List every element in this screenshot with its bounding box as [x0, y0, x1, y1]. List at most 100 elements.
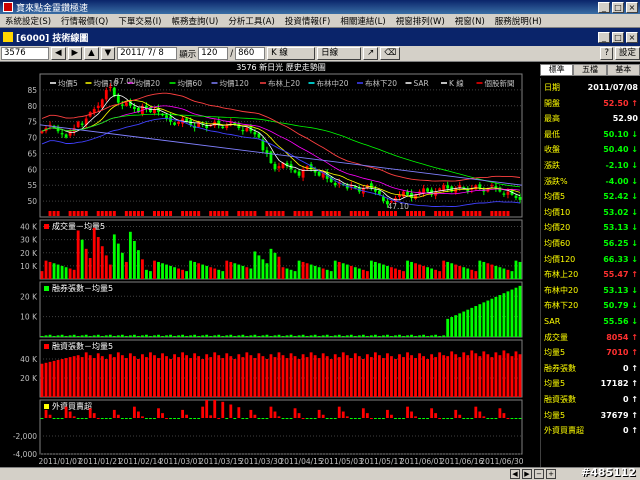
bar: [506, 418, 510, 419]
total-count-input[interactable]: 860: [235, 47, 266, 60]
bar: [205, 265, 209, 279]
minimize-button[interactable]: _: [598, 1, 610, 13]
bar: [145, 357, 148, 397]
close-button[interactable]: ×: [626, 1, 638, 13]
news-marker: [161, 211, 165, 216]
bar: [185, 335, 189, 337]
menu-quote[interactable]: 行情報價(Q): [56, 15, 113, 27]
bar: [40, 418, 44, 419]
menu-info[interactable]: 投資情報(F): [280, 15, 336, 27]
news-marker: [414, 211, 418, 216]
bar: [137, 411, 140, 418]
y-tick-label: 30 K: [20, 236, 38, 245]
kline-select[interactable]: K 線: [267, 47, 316, 60]
bar: [373, 352, 377, 397]
bar: [418, 264, 421, 279]
bar: [321, 414, 325, 418]
bar: [68, 357, 72, 397]
menu-system[interactable]: 系統設定(S): [0, 15, 56, 27]
price-low-annotation: 47.10: [387, 202, 409, 211]
bar: [120, 355, 124, 397]
tab-standard[interactable]: 標準: [540, 64, 574, 76]
bar: [514, 287, 518, 337]
menu-account[interactable]: 帳務查詢(U): [167, 15, 224, 27]
bar: [132, 406, 136, 418]
bar: [394, 418, 397, 419]
news-marker: [450, 211, 454, 216]
candle-body: [116, 95, 120, 103]
bar: [494, 418, 498, 419]
tab-fivelevel[interactable]: 五檔: [573, 64, 607, 76]
news-marker: [108, 211, 112, 216]
bar: [64, 267, 68, 279]
menu-links[interactable]: 相關連結(L): [335, 15, 390, 27]
news-marker: [297, 211, 301, 216]
date-input[interactable]: 2011/ 7/ 8: [117, 47, 178, 60]
menu-arrange[interactable]: 視窗排列(W): [391, 15, 450, 27]
bar: [201, 406, 205, 418]
display-count-input[interactable]: 120: [198, 47, 229, 60]
bar: [237, 407, 241, 418]
bar: [494, 265, 498, 279]
menu-help[interactable]: 服務說明(H): [490, 15, 547, 27]
draw-tool-icon[interactable]: ↗: [363, 47, 379, 60]
x-tick-label: 2011/01/07: [38, 457, 81, 466]
stock-code-input[interactable]: 3576: [1, 47, 49, 60]
bar: [333, 335, 337, 337]
bar: [237, 335, 241, 337]
period-select[interactable]: 日線: [317, 47, 362, 60]
news-marker: [393, 211, 397, 216]
sub-maximize-button[interactable]: □: [612, 31, 624, 43]
bar: [52, 335, 56, 337]
sub-close-button[interactable]: ×: [626, 31, 638, 43]
bar: [281, 267, 285, 279]
legend-entry: 均價20: [136, 78, 161, 88]
bar: [305, 263, 309, 279]
news-marker: [377, 211, 381, 216]
bar: [398, 354, 401, 397]
scroll-right-icon[interactable]: ▶: [522, 469, 532, 479]
bar: [145, 269, 148, 279]
up-arrow-icon[interactable]: ▲: [84, 47, 99, 60]
bar: [261, 418, 265, 419]
bar: [510, 289, 514, 337]
chart-area[interactable]: 50 55 60 65 70 75 80 85 3576 新日光 歷史走勢圖 均價5 均價10 均價2…: [0, 62, 540, 467]
y-tick-label: 55: [27, 181, 37, 190]
erase-tool-icon[interactable]: ⌫: [380, 47, 401, 60]
news-marker: [277, 211, 281, 216]
tab-basic[interactable]: 基本: [606, 64, 640, 76]
candle-body: [446, 185, 450, 189]
help-icon[interactable]: ?: [600, 47, 613, 60]
bar: [365, 335, 369, 337]
zoom-out-icon[interactable]: −: [534, 469, 544, 479]
bar: [88, 408, 92, 418]
scroll-left-icon[interactable]: ◀: [510, 469, 520, 479]
bar: [454, 264, 458, 279]
x-tick-label: 2011/06/01: [400, 457, 443, 466]
next-arrow-icon[interactable]: ▶: [67, 47, 83, 60]
bar: [165, 335, 168, 337]
bar: [245, 267, 249, 279]
menu-trade[interactable]: 下單交易(I): [113, 15, 166, 27]
legend-entry: 均價5: [58, 78, 78, 88]
bar: [56, 418, 60, 419]
menu-window[interactable]: 視窗(N): [450, 15, 490, 27]
maximize-button[interactable]: □: [612, 1, 624, 13]
quote-label: 均量5: [544, 348, 566, 358]
bar: [161, 413, 164, 418]
down-arrow-icon[interactable]: ▼: [100, 47, 116, 60]
chart-svg[interactable]: 50556065707580853576 新日光 歷史走勢圖均價5 均價10 均價2…: [0, 62, 540, 467]
bar: [301, 354, 305, 397]
bar: [60, 265, 64, 279]
bar: [112, 409, 116, 418]
settings-button[interactable]: 設定: [614, 47, 640, 60]
bar: [185, 355, 189, 397]
prev-arrow-icon[interactable]: ◀: [51, 47, 66, 60]
candle-body: [124, 102, 128, 106]
bar: [434, 413, 438, 418]
menu-analysis[interactable]: 分析工具(A): [223, 15, 279, 27]
bar: [466, 355, 470, 397]
zoom-in-icon[interactable]: +: [546, 469, 556, 479]
news-marker: [357, 211, 361, 216]
sub-minimize-button[interactable]: _: [598, 31, 610, 43]
